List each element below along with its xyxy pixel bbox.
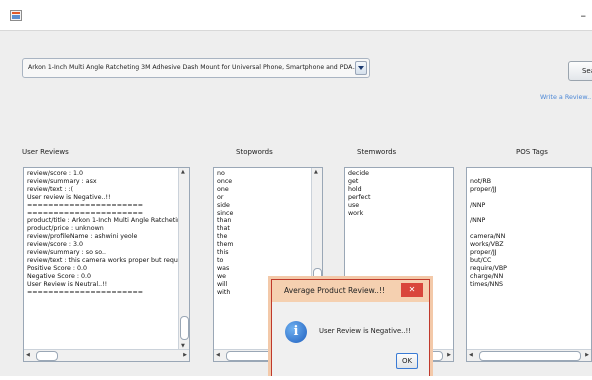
user-review-line: Negative Score : 0.0 (27, 272, 92, 280)
stopword-item: we (217, 272, 227, 280)
pos-tag-item: not/RB (470, 177, 492, 185)
stemword-item: perfect (348, 193, 371, 201)
search-button[interactable]: Search (568, 61, 592, 81)
pos-tags-list[interactable]: not/RB proper/JJ /NNP /NNP camera/NN works… (466, 167, 592, 362)
stopword-item: to (217, 256, 224, 264)
product-select-value: Arkon 1-Inch Multi Angle Ratcheting 3M A… (28, 64, 359, 71)
scroll-up-icon[interactable]: ▲ (181, 169, 185, 175)
info-icon: i (285, 321, 307, 343)
user-review-line: User review is Negative..!! (27, 193, 111, 201)
scroll-right-icon[interactable]: ▶ (447, 352, 451, 358)
stopword-item: them (217, 241, 234, 249)
user-review-line: review/summary : asx (27, 177, 97, 185)
dialog-title: Average Product Review..!! (284, 286, 385, 295)
user-review-line: review/score : 1.0 (27, 170, 84, 177)
pos-tag-item: proper/JJ (470, 249, 497, 257)
stopword-item: one (217, 185, 229, 193)
horizontal-scrollbar[interactable]: ◀ ▶ (24, 349, 189, 361)
user-reviews-header: User Reviews (22, 148, 69, 156)
scroll-left-icon[interactable]: ◀ (216, 352, 220, 358)
pos-tag-item: /NNP (470, 217, 486, 225)
stemword-item: decide (348, 170, 369, 177)
stemword-item: use (348, 201, 360, 209)
user-review-line: review/profileName : ashwini yeole (27, 233, 138, 241)
stopword-item: side (217, 201, 230, 209)
stemword-item: get (348, 177, 359, 185)
dialog-message: User Review is Negative..!! (319, 327, 411, 335)
pos-tag-item: require/VBP (470, 264, 507, 272)
stopword-item: once (217, 177, 233, 185)
pos-tag-item (470, 194, 507, 202)
user-review-line: product/title : Arkon 1-Inch Multi Angle… (27, 217, 190, 225)
stopword-item: no (217, 170, 225, 177)
app-window: – Arkon 1-Inch Multi Angle Ratcheting 3M… (0, 0, 592, 380)
horizontal-scrollbar[interactable]: ◀ ▶ (467, 349, 591, 361)
stopword-item: the (217, 233, 228, 241)
pos-tag-item (470, 210, 507, 218)
user-review-line: review/summary : so so.. (27, 249, 106, 257)
dialog-title-bar[interactable]: Average Product Review..!! ✕ (272, 280, 429, 302)
stopword-item: will (217, 280, 228, 288)
pos-tag-item: proper/JJ (470, 185, 497, 193)
stopword-item: or (217, 193, 224, 201)
stopword-item: than (217, 217, 232, 225)
stopword-item: with (217, 288, 231, 296)
scroll-up-icon[interactable]: ▲ (314, 169, 318, 175)
title-bar: – (0, 0, 592, 31)
user-review-line: review/text : this camera works proper b… (27, 256, 186, 264)
stopword-item: this (217, 249, 229, 257)
pos-tag-item: /NNP (470, 201, 486, 209)
stopword-item: was (217, 264, 230, 272)
scroll-thumb[interactable] (479, 351, 581, 361)
user-review-line: ====================== (27, 201, 144, 209)
user-review-line: Positive Score : 0.0 (27, 264, 88, 272)
user-reviews-list[interactable]: review/score : 1.0 review/summary : asx re… (23, 167, 190, 362)
pos-tag-item (470, 225, 507, 233)
pos-tag-item: times/NNS (470, 280, 504, 288)
scroll-left-icon[interactable]: ◀ (26, 352, 30, 358)
user-review-line: review/score : 3.0 (27, 241, 84, 249)
scroll-thumb[interactable] (36, 351, 58, 361)
user-review-line: ====================== (27, 288, 144, 296)
scroll-right-icon[interactable]: ▶ (183, 352, 187, 358)
scroll-thumb[interactable] (180, 316, 189, 340)
average-review-dialog: Average Product Review..!! ✕ i User Revi… (271, 279, 430, 380)
stopword-item: since (217, 209, 234, 217)
stemword-item: work (348, 209, 364, 217)
stemword-item: hold (348, 185, 362, 193)
write-review-link[interactable]: Write a Review.. (540, 93, 591, 101)
pos-tags-header: POS Tags (516, 148, 548, 156)
vertical-scrollbar[interactable]: ▲ ▼ (178, 168, 189, 350)
java-app-icon (10, 10, 22, 21)
product-select[interactable]: Arkon 1-Inch Multi Angle Ratcheting 3M A… (22, 58, 370, 78)
minimize-button[interactable]: – (581, 9, 587, 22)
user-review-line: product/price : unknown (27, 225, 104, 233)
user-review-line: User Review is Neutral..!! (27, 280, 108, 288)
pos-tag-item (470, 170, 507, 178)
stemwords-header: Stemwords (357, 148, 397, 156)
user-review-line: ====================== (27, 209, 144, 217)
chevron-down-icon[interactable] (355, 61, 367, 75)
stopword-item: that (217, 225, 230, 233)
ok-button[interactable]: OK (396, 353, 418, 369)
bottom-edge (0, 376, 592, 380)
close-icon[interactable]: ✕ (401, 283, 423, 297)
pos-tag-item: camera/NN (470, 233, 506, 241)
scroll-right-icon[interactable]: ▶ (585, 352, 589, 358)
pos-tag-item: works/VBZ (470, 241, 504, 249)
stopwords-header: Stopwords (236, 148, 273, 156)
pos-tag-item: but/CC (470, 256, 492, 264)
user-review-line: review/text : :( (27, 185, 74, 193)
pos-tag-item: charge/NN (470, 272, 504, 280)
scroll-left-icon[interactable]: ◀ (469, 352, 473, 358)
